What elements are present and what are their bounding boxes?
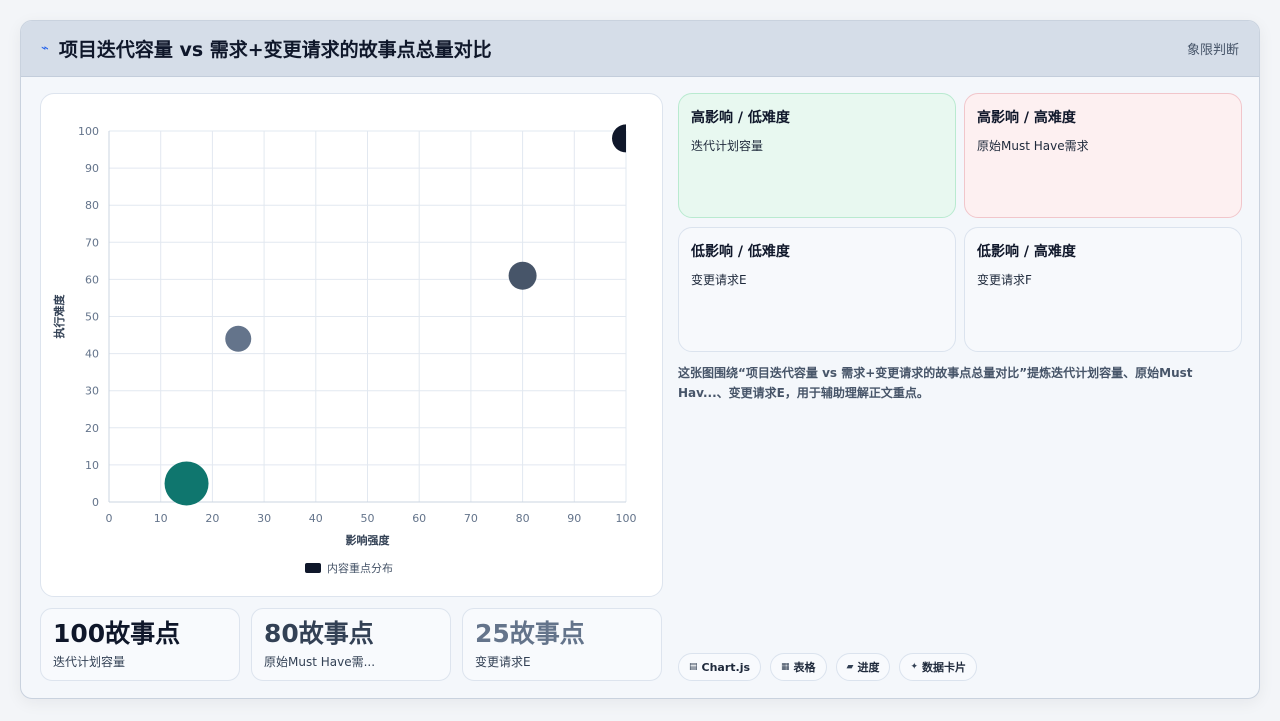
quadrant-item: 变更请求F: [977, 273, 1032, 287]
y-tick-label: 10: [85, 459, 99, 472]
tech-chips: ▤ Chart.js ▦ 表格 ▰ 进度 ✦ 数据卡片: [678, 653, 978, 681]
y-tick-label: 100: [78, 125, 99, 138]
stat-value: 80故事点: [264, 619, 374, 648]
y-tick-label: 20: [85, 422, 99, 435]
x-tick-label: 40: [309, 512, 323, 525]
table-icon: ▦: [781, 662, 790, 672]
chip-label: Chart.js: [701, 660, 751, 674]
chip-label: 进度: [857, 661, 880, 674]
legend-swatch[interactable]: [305, 563, 321, 573]
x-tick-label: 10: [154, 512, 168, 525]
chart-card: 0 10 20 30 40 50 60 70 80 90 100 0 10 20 30 40 50 60 70 80 9…: [40, 93, 663, 597]
stat-value: 25故事点: [475, 619, 585, 648]
sparkle-icon: ✦: [910, 662, 919, 672]
x-tick-label: 20: [205, 512, 219, 525]
chip-label: 表格: [793, 661, 816, 674]
y-tick-label: 90: [85, 162, 99, 175]
y-tick-label: 30: [85, 385, 99, 398]
y-tick-label: 40: [85, 348, 99, 361]
data-point[interactable]: [225, 325, 252, 352]
chip-chartjs[interactable]: ▤ Chart.js: [678, 653, 762, 681]
chart-description: 这张图围绕“项目迭代容量 vs 需求+变更请求的故事点总量对比”提炼迭代计划容量…: [678, 366, 1193, 400]
quadrant-title: 低影响 / 低难度: [691, 244, 790, 260]
dashboard-window: ⌁ 项目迭代容量 vs 需求+变更请求的故事点总量对比 象限判断 0 10 20 30…: [20, 20, 1260, 699]
scatter-chart: 0 10 20 30 40 50 60 70 80 90 100 0 10 20 30 40 50 60 70 80 9…: [52, 124, 640, 575]
quadrant-item: 变更请求E: [691, 273, 747, 287]
x-tick-label: 100: [616, 512, 637, 525]
x-tick-label: 80: [516, 512, 530, 525]
chart-icon: ▤: [689, 662, 698, 672]
stat-card-must-have: 80故事点 原始Must Have需...: [251, 608, 451, 681]
quadrant-high-impact-low-difficulty: 高影响 / 低难度 迭代计划容量: [678, 93, 956, 218]
x-tick-label: 90: [567, 512, 581, 525]
title-bar: ⌁ 项目迭代容量 vs 需求+变更请求的故事点总量对比 象限判断: [21, 21, 1259, 77]
x-tick-label: 0: [106, 512, 113, 525]
quadrant-title: 高影响 / 高难度: [977, 110, 1076, 126]
data-point[interactable]: [612, 124, 640, 153]
x-axis-label: 影响强度: [346, 533, 391, 547]
quadrant-title: 低影响 / 高难度: [977, 244, 1076, 260]
lightning-icon: ⌁: [41, 41, 49, 56]
chip-table[interactable]: ▦ 表格: [770, 653, 827, 681]
y-axis-label: 执行难度: [52, 294, 66, 339]
stat-card-capacity: 100故事点 迭代计划容量: [40, 608, 240, 681]
stat-value: 100故事点: [53, 619, 181, 648]
y-tick-label: 60: [85, 273, 99, 286]
quadrant-low-impact-high-difficulty: 低影响 / 高难度 变更请求F: [964, 227, 1242, 352]
data-point[interactable]: [508, 261, 537, 290]
y-tick-label: 0: [92, 496, 99, 509]
legend-label[interactable]: 内容重点分布: [327, 561, 393, 575]
progress-icon: ▰: [846, 662, 854, 672]
x-tick-label: 70: [464, 512, 478, 525]
chip-label: 数据卡片: [922, 661, 967, 674]
stat-card-change-e: 25故事点 变更请求E: [462, 608, 662, 681]
y-tick-label: 70: [85, 236, 99, 249]
stat-label: 原始Must Have需...: [264, 655, 376, 669]
quadrant-low-impact-low-difficulty: 低影响 / 低难度 变更请求E: [678, 227, 956, 352]
quadrant-high-impact-high-difficulty: 高影响 / 高难度 原始Must Have需求: [964, 93, 1242, 218]
data-point[interactable]: [164, 461, 209, 506]
y-tick-label: 80: [85, 199, 99, 212]
header-badge: 象限判断: [1186, 43, 1239, 58]
chip-progress[interactable]: ▰ 进度: [835, 653, 891, 681]
stat-label: 变更请求E: [475, 655, 531, 669]
y-tick-label: 50: [85, 311, 99, 324]
quadrant-item: 迭代计划容量: [691, 139, 764, 153]
page-title: 项目迭代容量 vs 需求+变更请求的故事点总量对比: [58, 39, 492, 61]
stat-label: 迭代计划容量: [53, 655, 126, 669]
quadrant-title: 高影响 / 低难度: [691, 110, 790, 126]
x-tick-label: 60: [412, 512, 426, 525]
chip-data-card[interactable]: ✦ 数据卡片: [899, 653, 978, 681]
x-tick-label: 30: [257, 512, 271, 525]
x-tick-label: 50: [361, 512, 375, 525]
quadrant-item: 原始Must Have需求: [977, 139, 1089, 153]
